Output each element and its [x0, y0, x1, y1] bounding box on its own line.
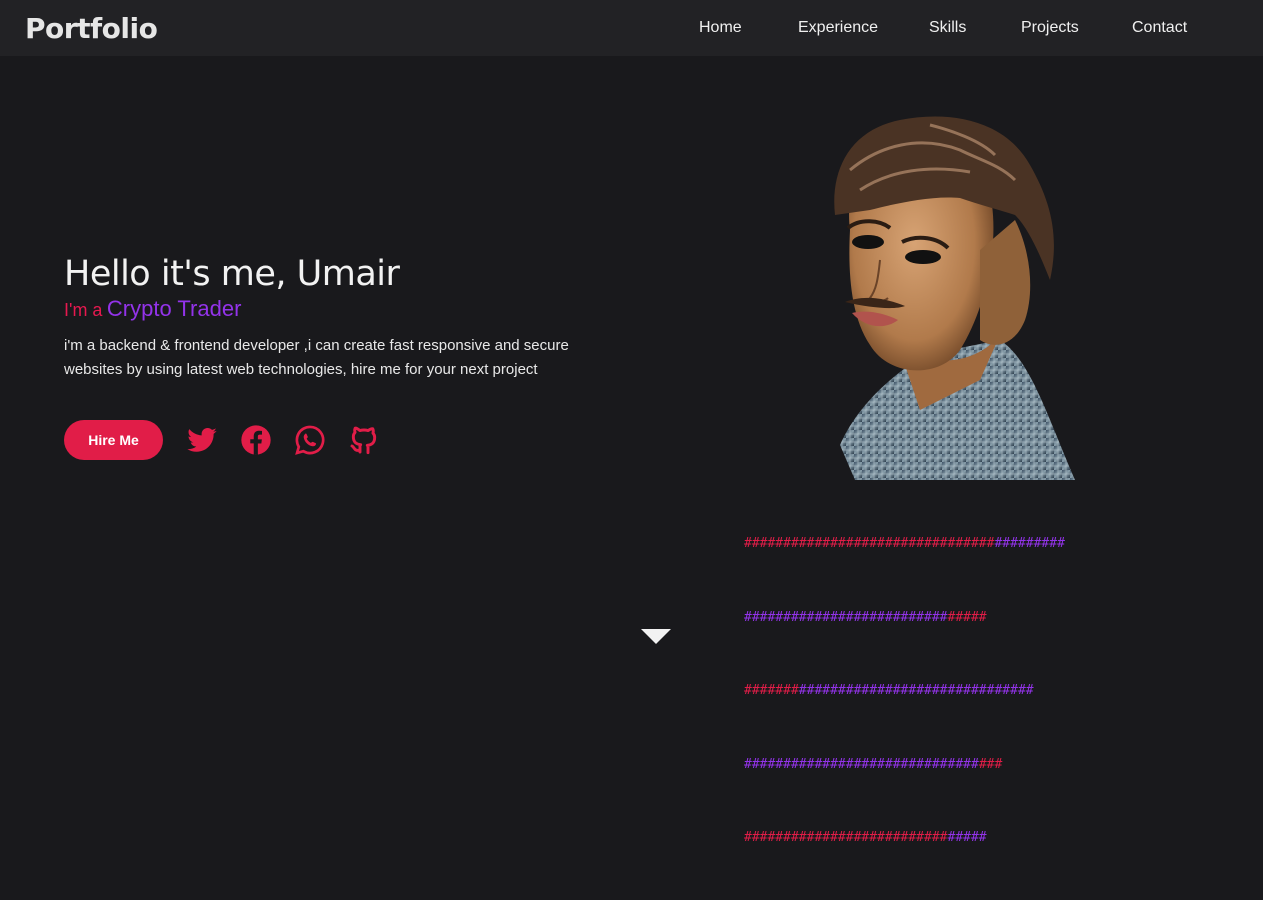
role-prefix: I'm a — [64, 300, 103, 320]
logo[interactable]: Portfolio — [25, 12, 158, 45]
whatsapp-icon[interactable] — [294, 424, 326, 456]
hash-line: ##################################### — [744, 683, 1034, 698]
hash-line: ############################### — [744, 830, 987, 845]
nav-link-experience[interactable]: Experience — [798, 19, 878, 37]
nav-link-home[interactable]: Home — [699, 19, 742, 37]
github-icon[interactable] — [348, 424, 380, 456]
twitter-icon[interactable] — [186, 424, 218, 456]
role-text: Crypto Trader — [106, 296, 242, 321]
hero-greeting: Hello it's me, Umair — [64, 254, 400, 294]
hash-line: ################################# — [744, 756, 1003, 772]
nav-link-projects[interactable]: Projects — [1021, 19, 1079, 37]
hero-subtitle: I'm a Crypto Trader — [64, 296, 241, 322]
profile-portrait — [830, 110, 1075, 480]
nav-link-contact[interactable]: Contact — [1132, 19, 1187, 37]
hash-line: ########################################… — [744, 536, 1065, 551]
scroll-down-arrow-icon[interactable] — [641, 629, 671, 644]
nav-link-skills[interactable]: Skills — [929, 19, 966, 37]
hero-description: i'm a backend & frontend developer ,i ca… — [64, 337, 569, 378]
hire-me-button[interactable]: Hire Me — [64, 420, 163, 460]
navbar: Portfolio Home Experience Skills Project… — [0, 0, 1263, 56]
hash-line: ############################### — [744, 609, 987, 625]
facebook-icon[interactable] — [240, 424, 272, 456]
hash-decoration: ########################################… — [744, 483, 1065, 900]
